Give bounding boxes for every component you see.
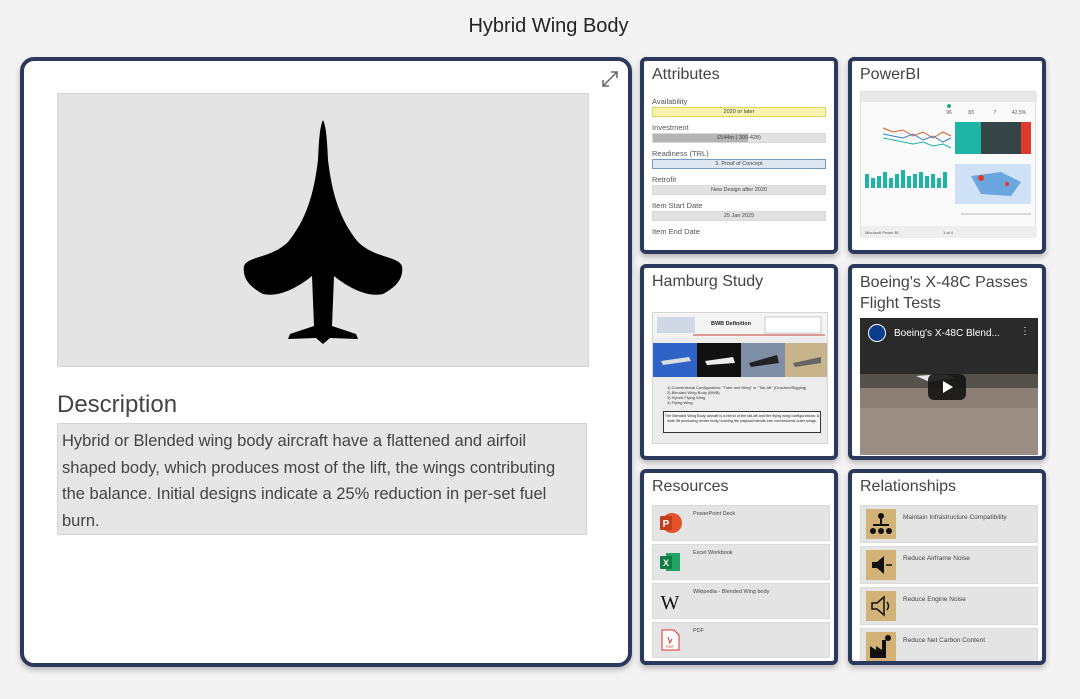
attr-label-investment: Investment xyxy=(652,123,689,132)
relationship-item[interactable]: Reduce Airframe Noise xyxy=(860,546,1038,584)
powerbi-report[interactable]: 96 83 7 42.5% Microsoft Power BI 1 of 4 xyxy=(860,91,1037,238)
resource-item-wikipedia[interactable]: W Wikipedia - Blended Wing body xyxy=(652,583,830,619)
svg-text:W: W xyxy=(661,592,680,613)
powerbi-kpi-3: 7 xyxy=(994,110,997,116)
attributes-title: Attributes xyxy=(652,66,720,83)
speaker-icon xyxy=(866,550,896,580)
relationship-item[interactable]: Reduce Net Carbon Content xyxy=(860,628,1038,661)
resource-label: Wikipedia - Blended Wing body xyxy=(693,589,770,595)
relationship-label: Reduce Net Carbon Content xyxy=(903,637,986,644)
boeing-video-card: Boeing's X-48C Passes Flight Tests Boein… xyxy=(848,264,1046,460)
expand-icon[interactable] xyxy=(598,67,622,91)
powerbi-card: PowerBI 96 83 7 42.5% Microsoft Power BI… xyxy=(848,57,1046,254)
powerbi-kpi-2: 83 xyxy=(968,110,974,116)
attr-label-readiness: Readiness (TRL) xyxy=(652,149,709,158)
attributes-list: Availability 2020 or later Investment £5… xyxy=(644,85,834,236)
attr-value-readiness: 3. Proof of Concept xyxy=(652,159,826,169)
attr-label-availability: Availability xyxy=(652,97,688,106)
powerbi-dashboard-thumbnail: 96 83 7 42.5% Microsoft Power BI 1 of 4 xyxy=(861,92,1037,238)
description-label: Description xyxy=(57,391,178,418)
video-player[interactable]: Boeing's X-48C Blend... ⋮ xyxy=(860,318,1038,455)
hamburg-study-title: Hamburg Study xyxy=(652,273,764,290)
powerbi-footer-page: 1 of 4 xyxy=(943,230,954,235)
resource-item-pdf[interactable]: PDF PDF xyxy=(652,622,830,658)
resources-list: P PowerPoint Deck X Excel Workbook W Wik… xyxy=(652,505,830,661)
slide-list: 1) Conventional Configuration: "Tube and… xyxy=(667,385,806,405)
relationships-list: Maintain Infrastructure Compatibility Re… xyxy=(860,505,1038,661)
video-title: Boeing's X-48C Blend... xyxy=(894,328,1000,339)
relationships-card: Relationships Maintain Infrastructure Co… xyxy=(848,469,1046,665)
factory-icon xyxy=(866,632,896,661)
attr-value-investment: £544m ( 300-428) xyxy=(652,133,826,143)
attr-value-start-date: 25 Jan 2025 xyxy=(652,211,826,221)
attr-label-retrofit: Retrofit xyxy=(652,175,677,184)
attr-label-start-date: Item Start Date xyxy=(652,201,703,210)
relationship-item[interactable]: Reduce Engine Noise xyxy=(860,587,1038,625)
powerbi-title: PowerBI xyxy=(860,66,921,83)
resources-title: Resources xyxy=(652,478,729,495)
resource-item-excel[interactable]: X Excel Workbook xyxy=(652,544,830,580)
resource-item-powerpoint[interactable]: P PowerPoint Deck xyxy=(652,505,830,541)
attr-value-availability: 2020 or later xyxy=(652,107,826,117)
relationship-item[interactable]: Maintain Infrastructure Compatibility xyxy=(860,505,1038,543)
powerbi-kpi-4: 42.5% xyxy=(1012,110,1027,116)
resource-label: Excel Workbook xyxy=(693,550,733,556)
relationships-title: Relationships xyxy=(860,478,957,495)
attributes-card: Attributes Availability 2020 or later In… xyxy=(640,57,838,254)
relationship-label: Maintain Infrastructure Compatibility xyxy=(903,514,1007,521)
resource-label: PowerPoint Deck xyxy=(693,511,736,517)
video-menu-icon[interactable]: ⋮ xyxy=(1020,326,1030,337)
description-text: Hybrid or Blended wing body aircraft hav… xyxy=(57,423,587,535)
speaker-outline-icon xyxy=(866,591,896,621)
play-button[interactable] xyxy=(928,374,966,400)
hamburg-study-slide[interactable]: BWB Definition 1) Conventional Configura… xyxy=(652,312,828,444)
excel-icon: X xyxy=(660,553,680,571)
slide-callout: The Blended Wing Body aircraft is a blen… xyxy=(663,411,821,433)
slide-list-item: 4) Flying Wing xyxy=(667,400,693,405)
powerbi-footer-left: Microsoft Power BI xyxy=(865,230,899,235)
hamburg-study-card: Hamburg Study BWB Definition 1) Conventi… xyxy=(640,264,838,460)
aircraft-icon xyxy=(243,120,403,344)
relationship-label: Reduce Airframe Noise xyxy=(903,555,970,562)
pdf-icon: PDF xyxy=(661,629,680,651)
boeing-logo-icon xyxy=(868,324,886,342)
resource-label: PDF xyxy=(693,628,704,634)
relationship-label: Reduce Engine Noise xyxy=(903,596,966,603)
svg-text:P: P xyxy=(663,519,670,530)
powerbi-kpi-1: 96 xyxy=(946,110,952,116)
attr-label-end-date: Item End Date xyxy=(652,227,700,236)
svg-text:X: X xyxy=(663,558,669,568)
powerpoint-icon: P xyxy=(660,513,682,533)
boeing-video-title: Boeing's X-48C Passes Flight Tests xyxy=(860,274,1028,312)
hierarchy-icon xyxy=(866,509,896,539)
page-title: Hybrid Wing Body xyxy=(468,15,629,37)
attr-value-retrofit: New Design after 2020 xyxy=(652,185,826,195)
resources-card: Resources P PowerPoint Deck X Excel Work… xyxy=(640,469,838,665)
svg-text:PDF: PDF xyxy=(666,644,675,649)
slide-title: BWB Definition xyxy=(711,321,752,327)
wikipedia-icon: W xyxy=(661,592,680,613)
main-card: Description Hybrid or Blended wing body … xyxy=(20,57,632,667)
hero-image xyxy=(57,93,589,367)
